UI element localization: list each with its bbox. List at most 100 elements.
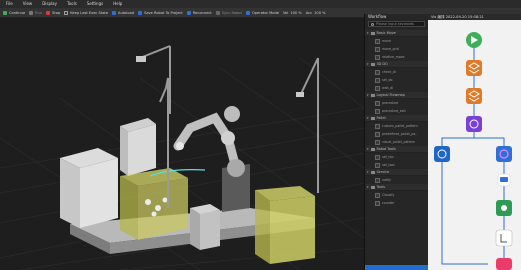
node-icon xyxy=(375,123,380,129)
search-placeholder: Please input keywords xyxy=(376,22,414,26)
acc-label: Acc xyxy=(305,10,313,15)
list-item[interactable]: Classify xyxy=(365,191,429,199)
chevron-down-icon: ▾ xyxy=(367,93,369,97)
workflow-node-list: ▾ Basic Move move move_grid relative_move… xyxy=(365,30,429,207)
chevron-down-icon: ▾ xyxy=(367,147,369,151)
velocity-control[interactable]: Vel 100 % xyxy=(283,11,302,15)
list-item[interactable]: procedure xyxy=(365,99,429,107)
vel-value: 100 % xyxy=(290,10,302,15)
list-item[interactable]: set_do xyxy=(365,76,429,84)
workflow-panel: Workflow Please input keywords ▾ Basic Mo… xyxy=(364,14,429,270)
run-button[interactable]: Run xyxy=(29,10,43,15)
checkbox-icon xyxy=(64,10,69,15)
group-robot-tools[interactable]: ▾ Robot Tools xyxy=(365,146,429,153)
scene-render xyxy=(0,45,364,270)
node-icon xyxy=(375,69,380,75)
menu-bar: File View Display Tools Settings Help xyxy=(0,0,521,8)
menu-display[interactable]: Display xyxy=(42,0,57,8)
save-robot-button[interactable]: Save Robot To Project xyxy=(138,10,183,15)
autoload-checkbox[interactable]: Autoload xyxy=(112,10,135,15)
node-icon xyxy=(375,192,380,198)
loop-node[interactable] xyxy=(434,146,450,162)
search-icon xyxy=(371,23,374,26)
workflow-canvas[interactable]: Vis 编排 2022-09-20 15:08:21 xyxy=(428,14,521,270)
folder-icon xyxy=(370,116,375,120)
checkbox-checked-icon xyxy=(112,10,117,15)
acceleration-control[interactable]: Acc 100 % xyxy=(306,11,326,15)
menu-tools[interactable]: Tools xyxy=(67,0,77,8)
list-item[interactable]: wait_dl xyxy=(365,84,429,92)
node-icon xyxy=(375,108,380,114)
menu-help[interactable]: Help xyxy=(113,0,122,8)
run-label: Run xyxy=(35,10,43,15)
reconnect-label: Reconnect xyxy=(192,10,212,15)
node-icon xyxy=(375,177,380,183)
group-tools[interactable]: ▾ Tools xyxy=(365,184,429,191)
stop-icon xyxy=(46,10,51,15)
continue-button[interactable]: Continue xyxy=(3,10,26,15)
list-item[interactable]: move_grid xyxy=(365,45,429,53)
keep-last-label: Keep Last Exec State xyxy=(70,10,109,15)
list-item[interactable]: relative_move xyxy=(365,53,429,61)
list-item[interactable]: set_tcp xyxy=(365,153,429,161)
group-logical-flowmap[interactable]: ▾ Logical Flowmap xyxy=(365,92,429,99)
branch-node[interactable] xyxy=(495,229,513,247)
list-item[interactable]: notify xyxy=(365,176,429,184)
folder-icon xyxy=(370,147,375,151)
step-node[interactable] xyxy=(466,88,482,104)
list-item[interactable]: custom_pallet_pattern xyxy=(365,122,429,130)
list-item[interactable]: procedure_exit xyxy=(365,107,429,115)
group-basic-move[interactable]: ▾ Basic Move xyxy=(365,30,429,37)
robot-3d-viewport[interactable] xyxy=(0,18,364,270)
list-item[interactable]: move xyxy=(365,37,429,45)
step-node[interactable] xyxy=(466,60,482,76)
node-icon xyxy=(375,38,380,44)
workflow-scroll-footer[interactable] xyxy=(365,265,429,270)
folder-icon xyxy=(370,185,375,189)
vision-node[interactable] xyxy=(466,116,482,132)
stop-label: Stop xyxy=(52,10,61,15)
group-3d-do[interactable]: ▾ 3D DO xyxy=(365,61,429,68)
group-pallet[interactable]: ▾ Pallet xyxy=(365,115,429,122)
stop-button[interactable]: Stop xyxy=(46,10,61,15)
operator-mode-toggle[interactable]: Operator Mode xyxy=(245,10,279,15)
menu-file[interactable]: File xyxy=(6,0,13,8)
run-icon xyxy=(29,10,34,15)
acc-value: 100 % xyxy=(314,10,326,15)
node-icon xyxy=(375,200,380,206)
node-icon xyxy=(375,46,380,52)
chevron-down-icon: ▾ xyxy=(367,116,369,120)
play-icon xyxy=(3,10,7,15)
sync-robot-button[interactable]: Sync Robot xyxy=(215,10,242,15)
right-yellow-box xyxy=(270,196,315,264)
procedure-node[interactable] xyxy=(496,146,512,162)
group-service[interactable]: ▾ Service xyxy=(365,169,429,176)
save-robot-label: Save Robot To Project xyxy=(144,10,183,15)
workflow-search-input[interactable]: Please input keywords xyxy=(368,21,425,27)
workflow-title: Workflow xyxy=(368,14,387,19)
autoload-label: Autoload xyxy=(118,10,135,15)
list-item[interactable]: check_dl xyxy=(365,68,429,76)
chevron-down-icon: ▾ xyxy=(367,31,369,35)
message-icon xyxy=(500,177,508,182)
camera-left xyxy=(136,56,146,62)
end-node[interactable] xyxy=(496,258,512,270)
continue-label: Continue xyxy=(9,10,26,15)
save-icon xyxy=(138,10,143,15)
list-item[interactable]: set_tool xyxy=(365,161,429,169)
list-item[interactable]: predefined_pallet_pa.. xyxy=(365,130,429,138)
menu-view[interactable]: View xyxy=(23,0,33,8)
list-item[interactable]: counter xyxy=(365,199,429,207)
menu-settings[interactable]: Settings xyxy=(87,0,103,8)
reconnect-button[interactable]: Reconnect xyxy=(186,10,212,15)
folder-icon xyxy=(370,31,375,35)
node-icon xyxy=(375,100,380,106)
node-icon xyxy=(375,139,380,145)
list-item[interactable]: visual_pallet_pattern xyxy=(365,138,429,146)
sync-robot-label: Sync Robot xyxy=(221,10,242,15)
node-icon xyxy=(375,162,380,168)
left-cabinet xyxy=(80,158,118,228)
keep-last-checkbox[interactable]: Keep Last Exec State xyxy=(64,10,109,15)
folder-icon xyxy=(370,62,375,66)
chevron-down-icon: ▾ xyxy=(367,62,369,66)
